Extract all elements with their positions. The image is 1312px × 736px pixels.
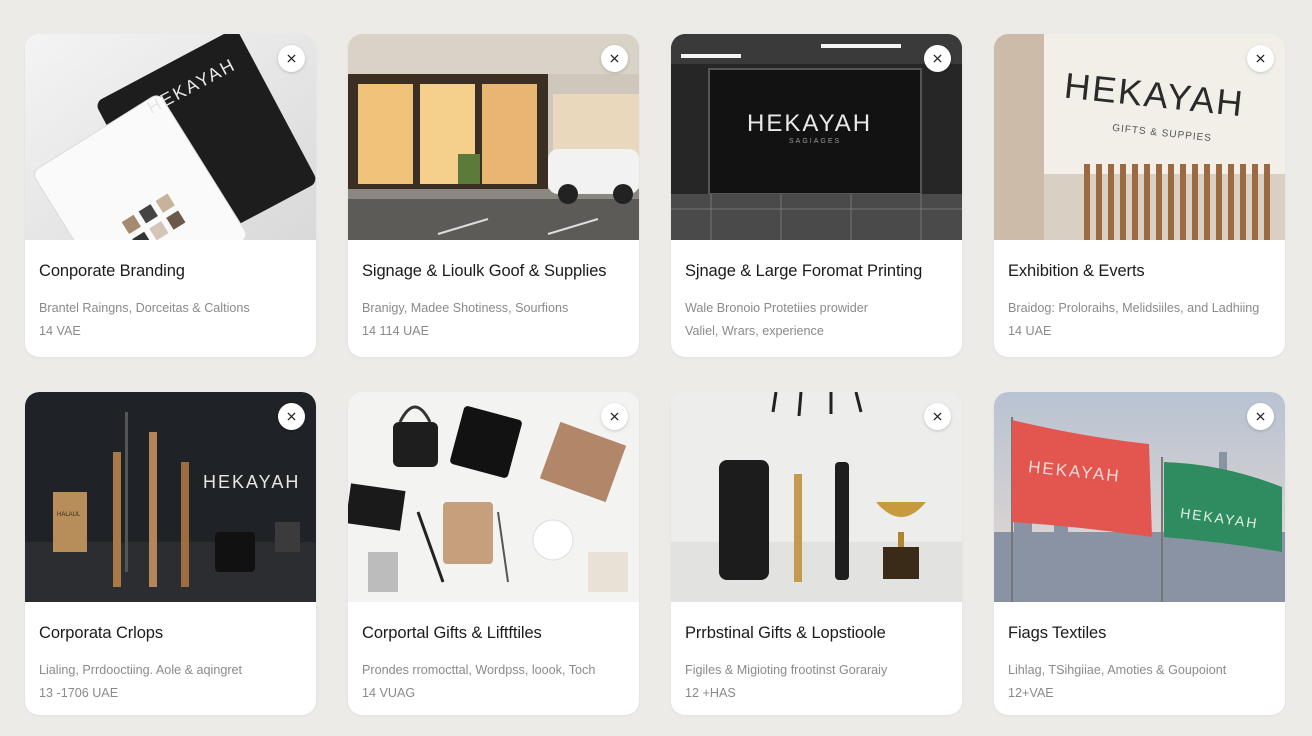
card-image-storefront	[348, 34, 639, 240]
card-services: Prondes rromocttal, Wordpss, loook, Toch	[362, 663, 596, 677]
category-card-large-format-printing[interactable]: HEKAYAH SAGIAGES Sjnage & Large Foromat …	[671, 34, 962, 357]
card-image-brand-text: HEKAYAH	[203, 472, 301, 492]
close-icon	[1256, 54, 1265, 63]
category-card-promotional-gifts[interactable]: Prrbstinal Gifts & Lopstioole Figiles & …	[671, 392, 962, 715]
card-image-exhibition-sign: HEKAYAH GIFTS & SUPPIES	[994, 34, 1285, 240]
close-button[interactable]	[278, 403, 305, 430]
card-image-dark-display: HEKAYAH HALAUL	[25, 392, 316, 602]
category-card-exhibition-events[interactable]: HEKAYAH GIFTS & SUPPIES Exhibition & Eve…	[994, 34, 1285, 357]
card-location: 12+VAE	[1008, 686, 1054, 700]
card-services: Branigy, Madee Shotiness, Sourfions	[362, 301, 569, 315]
card-location: Valiel, Wrars, experience	[685, 324, 824, 338]
card-services: Lialing, Prrdooctiing. Aole & aqingret	[39, 663, 243, 677]
card-services: Wale Bronoio Protetiies prowider	[685, 301, 868, 315]
category-card-corporate-branding[interactable]: HEKAYAH Conporate Branding Brantel Raing…	[25, 34, 316, 357]
card-image-promo-items	[671, 392, 962, 602]
card-title: Sjnage & Large Foromat Printing	[685, 262, 923, 280]
card-title: Corporata Crlops	[39, 624, 164, 642]
card-image-brand-text: HEKAYAH	[747, 110, 873, 137]
close-button[interactable]	[924, 403, 951, 430]
card-image-subtitle-text: HALAUL	[57, 512, 81, 518]
card-description: Branigy, Madee Shotiness, Sourfions 14 1…	[362, 297, 625, 343]
card-image-subtitle-text: SAGIAGES	[789, 138, 842, 145]
card-image-flags: HEKAYAH HEKAYAH	[994, 392, 1285, 602]
card-title: Corportal Gifts & Liftftiles	[362, 624, 542, 642]
card-services: Figiles & Migioting frootinst Goraraiy	[685, 663, 888, 677]
close-icon	[610, 54, 619, 63]
card-services: Brantel Raingns, Dorceitas & Caltions	[39, 301, 250, 315]
close-icon	[287, 54, 296, 63]
card-description: Prondes rromocttal, Wordpss, loook, Toch…	[362, 659, 625, 705]
card-description: Brantel Raingns, Dorceitas & Caltions 14…	[39, 297, 302, 343]
card-description: Braidog: Proloraihs, Melidsiiles, and La…	[1008, 297, 1271, 343]
close-button[interactable]	[1247, 403, 1274, 430]
category-card-corporate-crops[interactable]: HEKAYAH HALAUL Corporata Crlops Lialing,…	[25, 392, 316, 715]
card-description: Wale Bronoio Protetiies prowider Valiel,…	[685, 297, 948, 343]
card-description: Lihlag, TSihgiiae, Amoties & Goupoiont 1…	[1008, 659, 1271, 705]
close-icon	[1256, 412, 1265, 421]
card-description: Figiles & Migioting frootinst Goraraiy 1…	[685, 659, 948, 705]
card-services: Braidog: Proloraihs, Melidsiiles, and La…	[1008, 301, 1260, 315]
card-title: Signage & Lioulk Goof & Supplies	[362, 262, 607, 280]
card-location: 14 VAE	[39, 324, 81, 338]
close-icon	[933, 54, 942, 63]
card-image-gifts-flatlay	[348, 392, 639, 602]
close-button[interactable]	[924, 45, 951, 72]
card-title: Fiags Textiles	[1008, 624, 1107, 642]
category-grid: HEKAYAH Conporate Branding Brantel Raing…	[25, 34, 1285, 715]
card-image-business-cards: HEKAYAH	[25, 34, 316, 240]
card-location: 13 -1706 UAE	[39, 686, 119, 700]
category-card-corporate-gifts[interactable]: Corportal Gifts & Liftftiles Prondes rro…	[348, 392, 639, 715]
close-icon	[610, 412, 619, 421]
close-button[interactable]	[278, 45, 305, 72]
close-button[interactable]	[601, 45, 628, 72]
card-title: Conporate Branding	[39, 262, 185, 280]
category-card-flags-textiles[interactable]: HEKAYAH HEKAYAH Fiags Textiles Lihlag, T…	[994, 392, 1285, 715]
close-icon	[933, 412, 942, 421]
close-icon	[287, 412, 296, 421]
card-image-billboard: HEKAYAH SAGIAGES	[671, 34, 962, 240]
card-description: Lialing, Prrdooctiing. Aole & aqingret 1…	[39, 659, 302, 705]
card-location: 12 +HAS	[685, 686, 736, 700]
card-title: Prrbstinal Gifts & Lopstioole	[685, 624, 886, 642]
category-card-signage-supplies[interactable]: Signage & Lioulk Goof & Supplies Branigy…	[348, 34, 639, 357]
close-button[interactable]	[1247, 45, 1274, 72]
card-location: 14 UAE	[1008, 324, 1052, 338]
card-services: Lihlag, TSihgiiae, Amoties & Goupoiont	[1008, 663, 1227, 677]
card-location: 14 114 UAE	[362, 324, 429, 338]
card-location: 14 VUAG	[362, 686, 416, 700]
card-title: Exhibition & Everts	[1008, 262, 1145, 280]
close-button[interactable]	[601, 403, 628, 430]
